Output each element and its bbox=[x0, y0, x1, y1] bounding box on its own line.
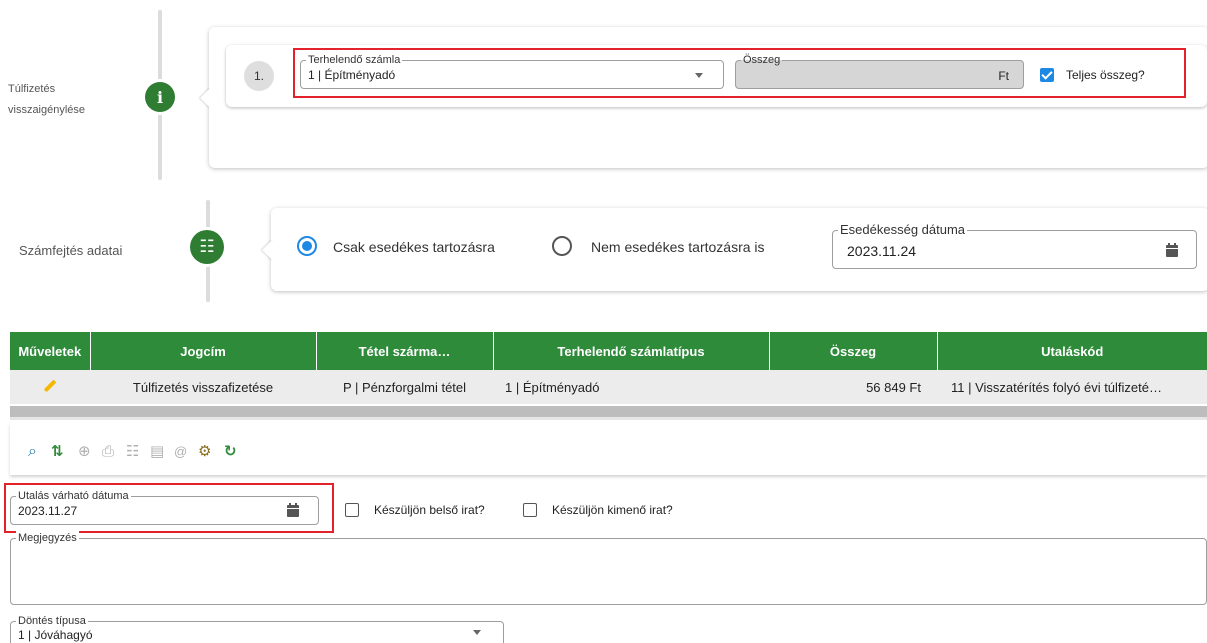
column-header[interactable]: Utaláskód bbox=[937, 332, 1207, 370]
column-header[interactable]: Terhelendő számlatípus bbox=[493, 332, 770, 370]
refresh-icon[interactable]: ↻ bbox=[224, 444, 237, 460]
document-icon[interactable]: ☷ bbox=[126, 444, 139, 460]
edit-icon[interactable] bbox=[43, 379, 57, 392]
list-step-icon: ☷ bbox=[190, 230, 224, 264]
radio-due-only-label: Csak esedékes tartozásra bbox=[333, 239, 495, 255]
column-header[interactable]: Műveletek bbox=[10, 332, 91, 370]
section1-label-line1: Túlfizetés bbox=[8, 83, 56, 95]
row-actions bbox=[10, 370, 90, 404]
calendar-icon[interactable] bbox=[287, 503, 299, 517]
transfer-date-value: 2023.11.27 bbox=[18, 504, 78, 518]
transfer-date-field[interactable]: Utalás várható dátuma 2023.11.27 bbox=[10, 489, 319, 525]
radio-not-due[interactable] bbox=[552, 236, 572, 256]
due-date-field[interactable]: Esedékesség dátuma 2023.11.24 bbox=[832, 222, 1197, 269]
cell-transfer-code: 11 | Visszatérítés folyó évi túlfizeté… bbox=[937, 370, 1207, 404]
decision-type-value: 1 | Jóváhagyó bbox=[18, 628, 93, 642]
gears-icon[interactable]: ⚙ bbox=[198, 444, 211, 460]
table-row[interactable]: Túlfizetés visszafizetése P | Pénzforgal… bbox=[10, 370, 1207, 404]
checklist-icon: ☷ bbox=[199, 237, 215, 256]
decision-type-select[interactable]: Döntés típusa 1 | Jóváhagyó bbox=[10, 614, 504, 643]
radio-not-due-label: Nem esedékes tartozásra is bbox=[591, 239, 765, 255]
amount-currency: Ft bbox=[998, 69, 1009, 83]
calendar-icon[interactable] bbox=[1166, 243, 1178, 257]
account-select-value: 1 | Építményadó bbox=[308, 68, 396, 82]
at-icon[interactable]: @ bbox=[174, 444, 187, 460]
outgoing-doc-checkbox[interactable] bbox=[523, 503, 537, 517]
print-icon[interactable]: ⎙ bbox=[102, 444, 114, 460]
row-number-badge: 1. bbox=[244, 61, 274, 91]
cell-amount: 56 849 Ft bbox=[769, 370, 937, 404]
internal-doc-label: Készüljön belső irat? bbox=[374, 503, 485, 517]
transfer-date-label: Utalás várható dátuma bbox=[16, 489, 131, 503]
note-textarea[interactable]: Megjegyzés bbox=[10, 531, 1207, 605]
section1-label: Túlfizetés visszaigénylése bbox=[8, 79, 85, 121]
section1-label-line2: visszaigénylése bbox=[8, 104, 86, 116]
full-amount-checkbox[interactable] bbox=[1040, 68, 1054, 82]
outgoing-doc-label: Készüljön kimenő irat? bbox=[552, 503, 673, 517]
info-step-icon: i bbox=[145, 82, 175, 112]
note-label: Megjegyzés bbox=[16, 531, 79, 545]
radio-due-only[interactable] bbox=[297, 236, 317, 256]
table-scrollbar[interactable] bbox=[10, 406, 1207, 420]
cell-origin: P | Pénzforgalmi tétel bbox=[316, 370, 493, 404]
row-number: 1. bbox=[253, 69, 264, 83]
due-date-value: 2023.11.24 bbox=[847, 243, 917, 259]
add-icon[interactable]: ⊕ bbox=[78, 444, 91, 460]
account-select[interactable]: Terhelendő számla 1 | Építményadó bbox=[300, 53, 724, 89]
cell-title: Túlfizetés visszafizetése bbox=[90, 370, 316, 404]
amount-field[interactable]: Összeg Ft bbox=[735, 53, 1024, 89]
swap-icon[interactable]: ⇅ bbox=[51, 444, 64, 460]
table-header-row: Műveletek Jogcím Tétel szárma… Terhelend… bbox=[10, 332, 1207, 370]
account-select-label: Terhelendő számla bbox=[306, 53, 403, 67]
info-icon: i bbox=[156, 87, 164, 107]
chevron-down-icon bbox=[473, 630, 481, 635]
amount-field-label: Összeg bbox=[741, 53, 783, 67]
column-header[interactable]: Összeg bbox=[769, 332, 938, 370]
table-toolbar-panel bbox=[10, 423, 1207, 475]
column-header[interactable]: Tétel szárma… bbox=[316, 332, 494, 370]
items-table: Műveletek Jogcím Tétel szárma… Terhelend… bbox=[10, 332, 1207, 404]
section2-label: Számfejtés adatai bbox=[19, 243, 123, 258]
chevron-down-icon bbox=[695, 73, 703, 78]
internal-doc-checkbox[interactable] bbox=[345, 503, 359, 517]
due-date-label: Esedékesség dátuma bbox=[838, 222, 968, 238]
search-icon[interactable]: ⌕ bbox=[28, 444, 37, 460]
document-filled-icon[interactable]: ▤ bbox=[150, 444, 164, 460]
decision-type-label: Döntés típusa bbox=[16, 614, 88, 628]
full-amount-label: Teljes összeg? bbox=[1066, 68, 1145, 82]
cell-account-type: 1 | Építményadó bbox=[493, 370, 769, 404]
column-header[interactable]: Jogcím bbox=[90, 332, 317, 370]
